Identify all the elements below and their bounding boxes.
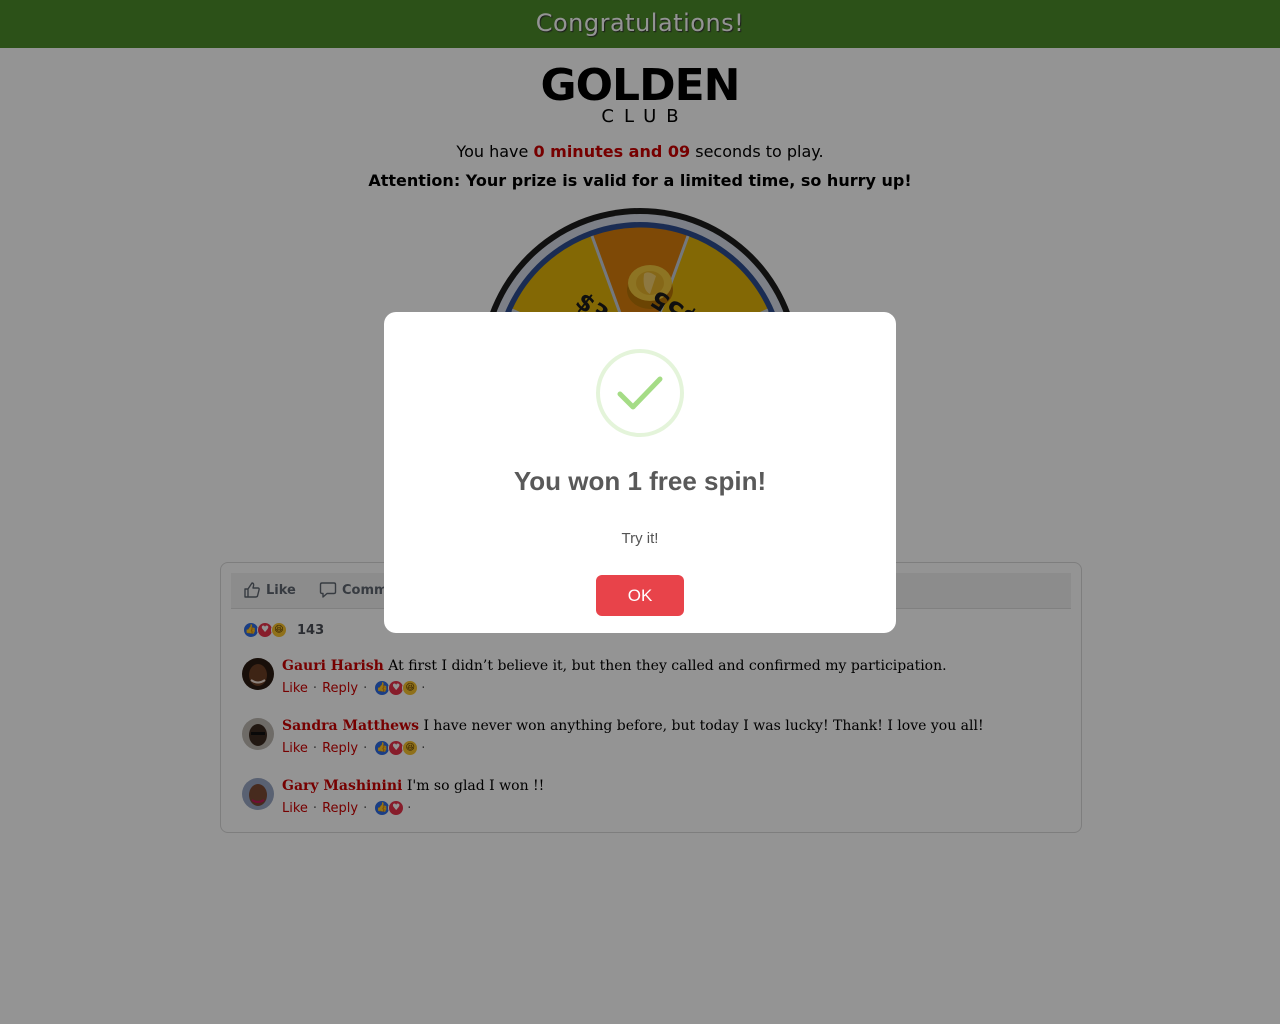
modal-title: You won 1 free spin! (513, 466, 767, 496)
modal-text: Try it! (621, 530, 659, 547)
ok-button[interactable]: OK (596, 575, 684, 616)
checkmark-icon (617, 376, 663, 410)
success-circle (596, 349, 684, 437)
win-modal: You won 1 free spin! Try it! OK (384, 312, 896, 633)
